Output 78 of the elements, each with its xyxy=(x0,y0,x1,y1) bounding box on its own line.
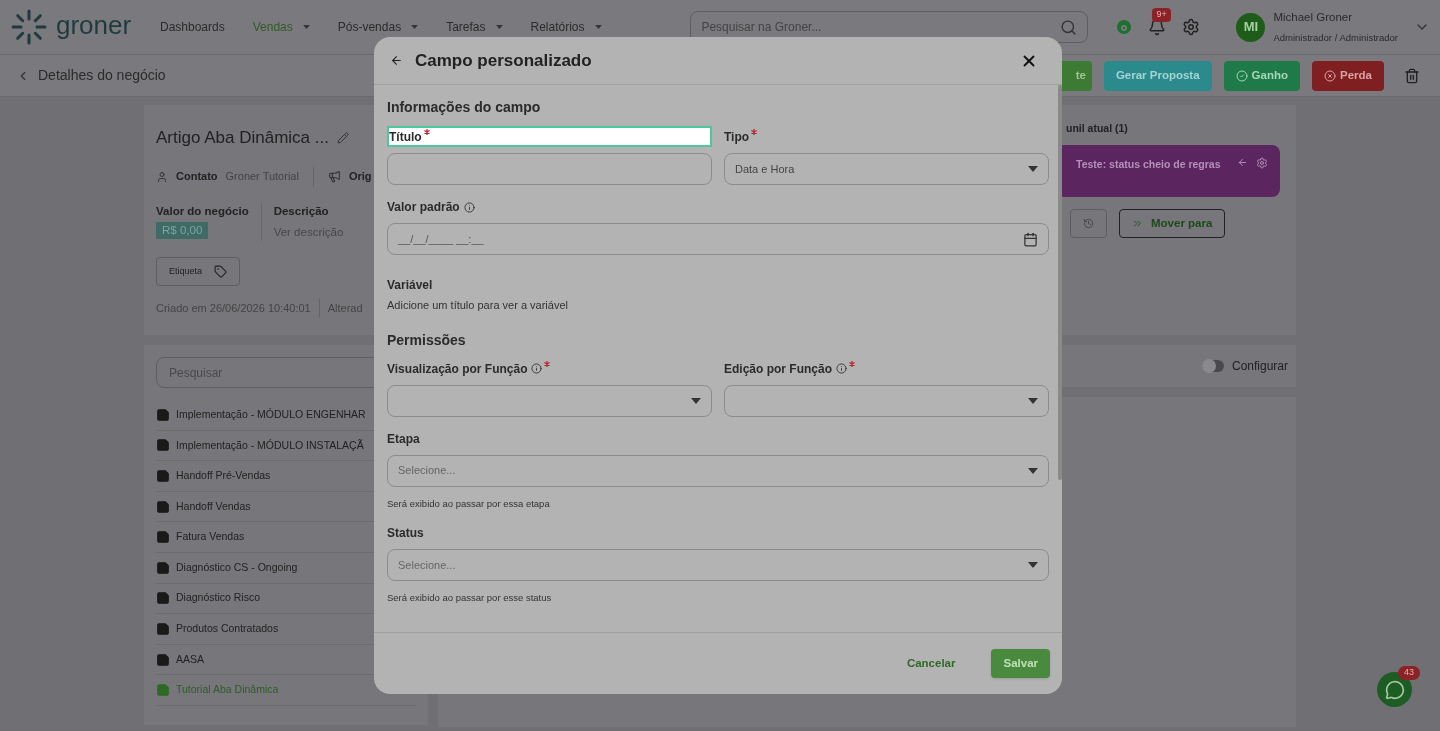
configure-label: Configurar xyxy=(1231,358,1288,375)
tag-button[interactable]: Etiqueta xyxy=(156,257,241,286)
nav-menu-item[interactable]: Relatórios xyxy=(530,18,602,36)
action-button[interactable]: Gerar Proposta xyxy=(1103,60,1212,91)
note-icon xyxy=(156,621,170,636)
note-icon xyxy=(156,469,170,483)
section-heading: Permissões xyxy=(387,330,467,350)
caret-icon xyxy=(1028,166,1038,172)
nav-menu-item[interactable]: Vendas xyxy=(252,18,310,36)
notification-bell-icon[interactable] xyxy=(1148,18,1167,36)
caret-icon xyxy=(691,397,701,404)
field-label: Título xyxy=(389,128,422,146)
info-icon xyxy=(463,201,475,213)
note-icon xyxy=(156,438,170,453)
user-avatar[interactable]: MI xyxy=(1236,12,1266,42)
settings-icon[interactable] xyxy=(1182,18,1201,36)
updated-date: Alterad xyxy=(327,300,363,316)
nav-menu-item[interactable]: Pós-vendas xyxy=(337,18,419,36)
search-icon xyxy=(1060,18,1078,36)
chat-badge: 43 xyxy=(1398,666,1420,680)
field-label: Edição por Função xyxy=(724,360,832,378)
note-icon xyxy=(156,530,170,545)
configure-toggle[interactable] xyxy=(1201,360,1224,372)
user-name: Michael Groner xyxy=(1273,10,1353,26)
note-icon xyxy=(156,683,170,698)
chat-bubble-icon xyxy=(1384,679,1405,700)
note-icon xyxy=(156,499,170,514)
save-button[interactable]: Salvar xyxy=(991,649,1050,678)
note-icon xyxy=(156,591,170,606)
arrow-left-icon[interactable] xyxy=(1237,156,1248,168)
action-button[interactable]: Perda xyxy=(1312,60,1384,91)
nav-menu-item[interactable]: Dashboards xyxy=(160,18,225,36)
check-circle-icon xyxy=(1235,69,1248,82)
caret-icon xyxy=(1028,467,1038,474)
dialog-title: Campo personalizado xyxy=(415,49,592,72)
nav-menu-item[interactable]: Tarefas xyxy=(446,18,503,36)
deal-title: Artigo Aba Dinâmica ... xyxy=(156,127,329,149)
date-time-input[interactable]: __/__/____ __:__ xyxy=(387,223,1049,255)
note-icon xyxy=(156,560,170,575)
back-arrow-icon[interactable] xyxy=(390,54,403,67)
tag-icon xyxy=(214,265,228,278)
notification-badge: 9+ xyxy=(1152,8,1171,22)
value-badge: R$ 0,00 xyxy=(156,221,209,239)
status-select[interactable]: Selecione... xyxy=(387,548,1049,581)
pencil-icon[interactable] xyxy=(336,131,349,144)
description-label: Descrição xyxy=(273,203,330,219)
person-icon xyxy=(156,170,168,183)
contact-label: Contato xyxy=(176,169,218,185)
history-icon xyxy=(1083,217,1094,229)
page-title: Detalhes do negócio xyxy=(38,66,166,85)
caret-icon xyxy=(1028,397,1038,404)
section-heading: Informações do campo xyxy=(387,98,542,117)
note-icon xyxy=(156,407,170,422)
variable-hint: Adicione um título para ver a variável xyxy=(387,298,569,313)
field-label: Tipo xyxy=(724,128,750,146)
funnel-heading: unil atual (1) xyxy=(1066,121,1129,136)
action-button[interactable]: Ganho xyxy=(1223,60,1301,91)
caret-icon xyxy=(1028,561,1038,568)
field-label: Variável xyxy=(387,277,433,294)
value-label: Valor do negócio xyxy=(156,203,249,219)
stage-select[interactable]: Selecione... xyxy=(387,454,1049,487)
settings-icon[interactable] xyxy=(1256,156,1268,169)
note-icon xyxy=(156,652,170,667)
megaphone-icon xyxy=(327,170,341,183)
info-icon xyxy=(531,363,543,374)
trash-icon[interactable] xyxy=(1404,67,1420,84)
info-icon xyxy=(836,363,847,374)
user-role: Administrador / Administrador xyxy=(1273,30,1398,45)
type-select[interactable]: Data e Hora xyxy=(724,153,1049,185)
move-button[interactable]: Mover para xyxy=(1119,208,1226,238)
logo-text: groner xyxy=(56,12,132,38)
origin-label: Orig xyxy=(348,169,372,185)
title-input[interactable] xyxy=(387,153,712,185)
cancel-button[interactable]: Cancelar xyxy=(886,649,976,678)
x-circle-icon xyxy=(1324,69,1337,82)
field-label: Valor padrão xyxy=(387,199,460,216)
calendar-icon[interactable] xyxy=(1023,231,1038,247)
logo-icon xyxy=(10,8,48,46)
